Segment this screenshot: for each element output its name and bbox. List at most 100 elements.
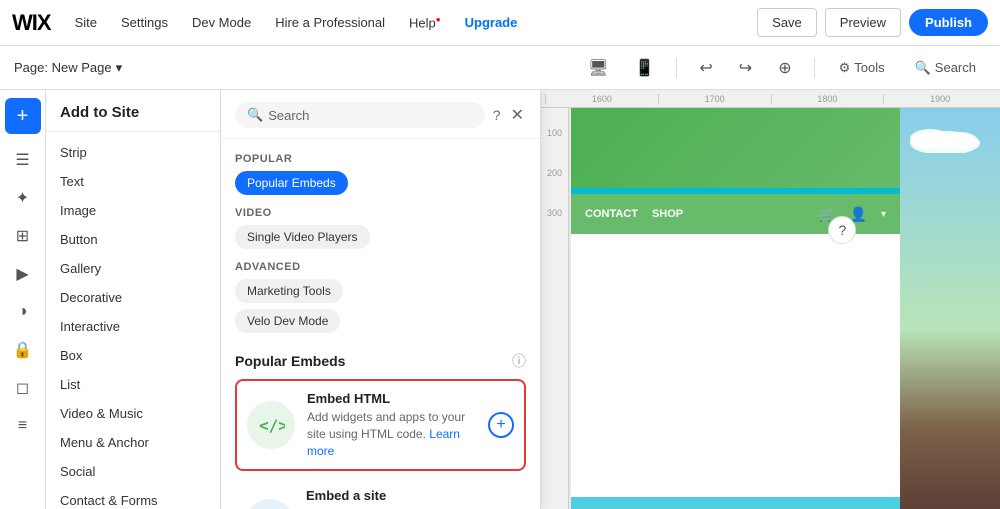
- publish-button[interactable]: Publish: [909, 9, 988, 36]
- tools-button[interactable]: ⚙ Tools: [829, 56, 895, 80]
- layers-icon: ≡: [18, 417, 27, 435]
- canvas-content: 100 200 300: [541, 108, 1000, 509]
- add-to-site-panel: Add to Site Strip Text Image Button Gall…: [46, 90, 221, 509]
- embed-panel: 🔍 Search ? ✕ POPULAR Popular Embeds VIDE…: [221, 90, 541, 509]
- pages-icon-button[interactable]: ☰: [5, 142, 41, 178]
- nav-chevron: ▾: [881, 209, 886, 220]
- elements-icon-button[interactable]: ⊞: [5, 218, 41, 254]
- help-badge[interactable]: ?: [828, 216, 856, 244]
- design-icon: ✦: [16, 188, 29, 208]
- popular-section: POPULAR Popular Embeds: [235, 145, 526, 201]
- layers-icon-button[interactable]: ≡: [5, 408, 41, 444]
- popular-embeds-header: Popular Embeds ⓘ: [235, 351, 526, 371]
- vertical-ruler: 100 200 300: [541, 108, 569, 509]
- sidebar-item-box[interactable]: Box: [46, 341, 220, 370]
- second-toolbar: Page: New Page ▾ 🖥 📱 ↩ ↪ ⊕ ⚙ Tools 🔍 Sea…: [0, 46, 1000, 90]
- chevron-down-icon: ▾: [116, 60, 123, 76]
- undo-icon: ↩: [699, 58, 712, 78]
- bottom-bar: [571, 497, 900, 509]
- theme-icon-button[interactable]: ◑: [5, 294, 41, 330]
- embed-html-learn-more[interactable]: Learn more: [307, 427, 460, 458]
- popular-embeds-category[interactable]: Popular Embeds: [235, 171, 348, 195]
- ruler-marks: 1600 1700 1800 1900: [545, 94, 996, 104]
- site-menu[interactable]: Site: [67, 11, 105, 34]
- pages-icon: ☰: [15, 150, 29, 170]
- sidebar-item-decorative[interactable]: Decorative: [46, 283, 220, 312]
- wix-logo: WIX: [12, 10, 51, 36]
- lock-icon-button[interactable]: 🔒: [5, 332, 41, 368]
- nav-contact: CONTACT: [585, 208, 638, 220]
- popular-embeds-label: Popular Embeds: [235, 353, 345, 369]
- preview-button[interactable]: Preview: [825, 8, 901, 37]
- ruler-mark-1800: 1800: [771, 94, 884, 104]
- canvas-ruler: 1600 1700 1800 1900: [541, 90, 1000, 108]
- desktop-view-button[interactable]: 🖥: [580, 54, 616, 82]
- close-icon[interactable]: ✕: [509, 103, 526, 127]
- tools-icon: ⚙: [839, 60, 851, 76]
- video-section-title: VIDEO: [235, 207, 526, 219]
- embed-site-text: Embed a site Display an external website…: [306, 488, 477, 509]
- search-placeholder: Search: [268, 108, 309, 123]
- help-icon[interactable]: ?: [491, 105, 503, 125]
- search-icon: 🔍: [247, 107, 263, 123]
- embed-html-add-button[interactable]: +: [488, 412, 514, 438]
- sidebar-item-button[interactable]: Button: [46, 225, 220, 254]
- add-element-button[interactable]: +: [5, 98, 41, 134]
- ruler-mark-1600: 1600: [545, 94, 658, 104]
- embed-html-title: Embed HTML: [307, 391, 476, 406]
- search-toolbar-button[interactable]: 🔍 Search: [905, 56, 986, 80]
- app-icon: ◻: [16, 378, 29, 398]
- sidebar-item-image[interactable]: Image: [46, 196, 220, 225]
- site-preview: CONTACT SHOP 🛒 👤 ▾ ?: [571, 108, 1000, 509]
- page-selector[interactable]: Page: New Page ▾: [14, 60, 122, 76]
- redo-icon: ↪: [739, 58, 752, 78]
- design-icon-button[interactable]: ✦: [5, 180, 41, 216]
- main-area: + ☰ ✦ ⊞ ▶ ◑ 🔒 ◻ ≡ Add to Site Strip: [0, 90, 1000, 509]
- single-video-category[interactable]: Single Video Players: [235, 225, 370, 249]
- embed-panel-header: 🔍 Search ? ✕: [221, 90, 540, 139]
- save-button[interactable]: Save: [757, 8, 817, 37]
- marketing-tools-category[interactable]: Marketing Tools: [235, 279, 343, 303]
- info-icon[interactable]: ⓘ: [512, 351, 526, 371]
- site-header-bg: [571, 108, 900, 188]
- sidebar-item-menu-anchor[interactable]: Menu & Anchor: [46, 428, 220, 457]
- left-sidebar: + ☰ ✦ ⊞ ▶ ◑ 🔒 ◻ ≡: [0, 90, 46, 509]
- sidebar-item-list[interactable]: List: [46, 370, 220, 399]
- sidebar-item-gallery[interactable]: Gallery: [46, 254, 220, 283]
- embed-site-icon: www: [246, 499, 294, 509]
- embed-site-title: Embed a site: [306, 488, 477, 503]
- desktop-icon: 🖥: [588, 58, 608, 78]
- sidebar-item-video[interactable]: Video & Music: [46, 399, 220, 428]
- embed-site-item[interactable]: www Embed a site Display an external web…: [235, 477, 526, 509]
- sidebar-item-strip[interactable]: Strip: [46, 138, 220, 167]
- hire-menu[interactable]: Hire a Professional: [267, 11, 393, 34]
- media-icon-button[interactable]: ▶: [5, 256, 41, 292]
- ruler-mark-1700: 1700: [658, 94, 771, 104]
- mobile-view-button[interactable]: 📱: [626, 54, 662, 82]
- help-menu[interactable]: Help●: [401, 11, 449, 34]
- sidebar-item-social[interactable]: Social: [46, 457, 220, 486]
- undo-button[interactable]: ↩: [691, 54, 720, 82]
- embed-html-text: Embed HTML Add widgets and apps to your …: [307, 391, 476, 459]
- sidebar-item-text[interactable]: Text: [46, 167, 220, 196]
- background-image: [900, 108, 1000, 509]
- canvas-area: 1600 1700 1800 1900 100 200 300: [541, 90, 1000, 509]
- mobile-icon: 📱: [634, 58, 654, 78]
- settings-menu[interactable]: Settings: [113, 11, 176, 34]
- fit-screen-button[interactable]: ⊕: [770, 54, 799, 82]
- video-section: VIDEO Single Video Players: [235, 201, 526, 255]
- redo-button[interactable]: ↪: [731, 54, 760, 82]
- sidebar-item-interactive[interactable]: Interactive: [46, 312, 220, 341]
- elements-icon: ⊞: [16, 226, 29, 246]
- embed-search-box[interactable]: 🔍 Search: [235, 102, 485, 128]
- embed-content: Popular Embeds ⓘ </> Embed HTML Add widg…: [221, 339, 540, 509]
- app-icon-button[interactable]: ◻: [5, 370, 41, 406]
- embed-html-item[interactable]: </> Embed HTML Add widgets and apps to y…: [235, 379, 526, 471]
- upgrade-menu[interactable]: Upgrade: [457, 11, 526, 34]
- embed-html-desc: Add widgets and apps to your site using …: [307, 409, 476, 459]
- devmode-menu[interactable]: Dev Mode: [184, 11, 259, 34]
- advanced-section: ADVANCED Marketing Tools Velo Dev Mode: [235, 255, 526, 339]
- velo-devmode-category[interactable]: Velo Dev Mode: [235, 309, 340, 333]
- sidebar-item-contact[interactable]: Contact & Forms: [46, 486, 220, 509]
- svg-text:</>: </>: [259, 416, 285, 435]
